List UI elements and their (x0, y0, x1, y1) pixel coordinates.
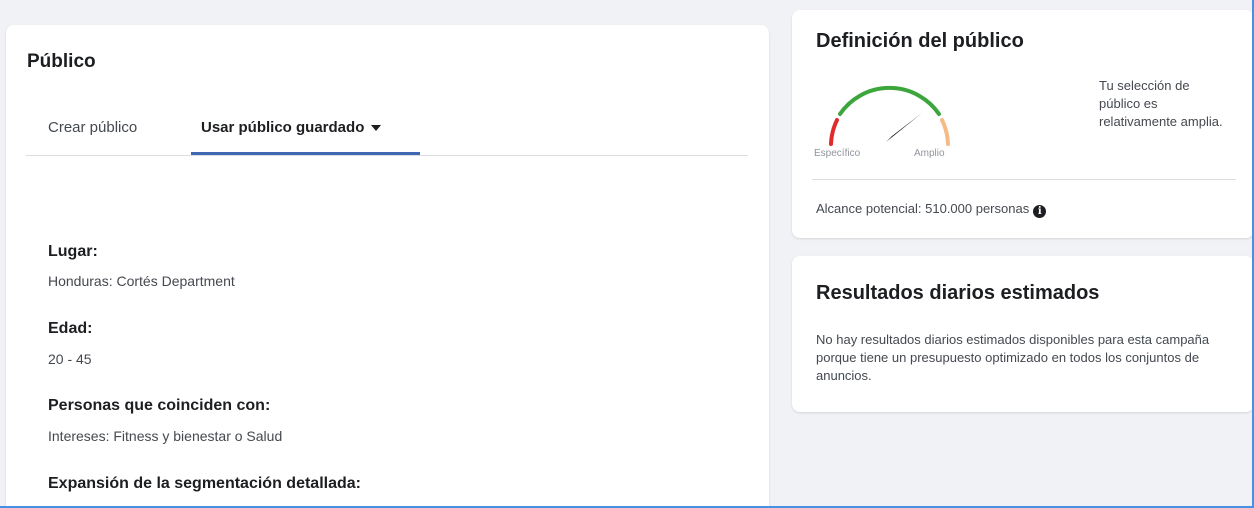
audience-title: Público (27, 51, 96, 72)
estimated-daily-results-title: Resultados diarios estimados (816, 282, 1100, 304)
estimated-daily-results-card: Resultados diarios estimados No hay resu… (792, 256, 1254, 412)
gauge-specific-label: Específico (814, 148, 861, 159)
location-label: Lugar: (48, 243, 98, 260)
active-tab-indicator (191, 152, 420, 155)
gauge-specific-segment (829, 118, 839, 146)
audience-card: Público Crear público Usar público guard… (6, 25, 769, 508)
interests-value: Intereses: Fitness y bienestar o Salud (48, 428, 283, 444)
chevron-down-icon (371, 125, 382, 132)
definition-divider (812, 179, 1236, 180)
estimated-daily-results-text: No hay resultados diarios estimados disp… (816, 332, 1210, 383)
age-value: 20 - 45 (48, 351, 92, 367)
audience-size-gauge (829, 85, 950, 146)
gauge-mid-segment (838, 85, 941, 116)
age-label: Edad: (48, 320, 93, 337)
location-value: Honduras: Cortés Department (48, 273, 235, 289)
tab-create-audience[interactable]: Crear público (48, 119, 137, 136)
audience-size-description: Tu selección de público es relativamente… (1099, 78, 1223, 129)
tab-use-saved-audience[interactable]: Usar público guardado (201, 119, 382, 136)
gauge-broad-segment (940, 118, 950, 146)
gauge-needle (886, 113, 922, 142)
potential-reach-text: Alcance potencial: 510.000 personas (816, 201, 1030, 216)
audience-definition-title: Definición del público (816, 30, 1024, 52)
matching-people-label: Personas que coinciden con: (48, 397, 271, 414)
audience-definition-card: Definición del público Específico Amplio… (792, 10, 1254, 238)
gauge-broad-label: Amplio (914, 148, 945, 159)
tab-use-saved-audience-label: Usar público guardado (201, 119, 365, 136)
tabs-divider (26, 155, 748, 156)
detailed-targeting-expansion-label: Expansión de la segmentación detallada: (48, 475, 361, 492)
potential-reach-row: Alcance potencial: 510.000 personas i (816, 200, 1047, 218)
info-icon[interactable]: i (1033, 205, 1047, 218)
